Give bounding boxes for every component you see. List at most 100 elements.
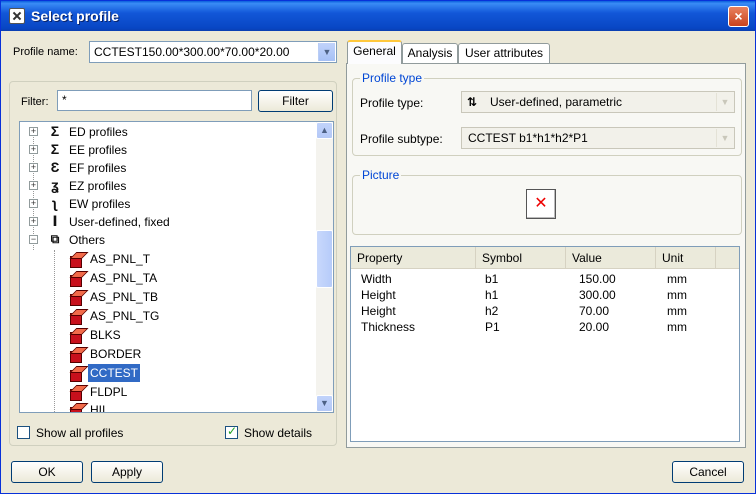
tree-leaf[interactable]: AS_PNL_T	[68, 250, 268, 268]
cancel-button[interactable]: Cancel	[672, 461, 744, 483]
profile-type-combo[interactable]: ⇅ User-defined, parametric ▼	[461, 91, 735, 113]
column-header-symbol[interactable]: Symbol	[476, 247, 566, 269]
ee-profile-icon: Σ	[50, 141, 60, 157]
profile-name-label: Profile name:	[13, 46, 78, 58]
tree-leaf[interactable]: BORDER	[68, 345, 268, 363]
ew-profile-icon: ʅ	[52, 195, 58, 211]
profile-tree[interactable]: + Σ ED profiles + Σ EE profiles + Ɛ EF p…	[19, 121, 334, 413]
filter-label: Filter:	[21, 96, 49, 108]
tree-leaf-label: AS_PNL_TB	[90, 290, 159, 304]
tree-leaf-selected[interactable]: CCTEST	[68, 364, 268, 382]
scroll-up-icon[interactable]: ▲	[316, 122, 333, 139]
cell-value: 150.00	[579, 272, 616, 286]
scroll-down-icon[interactable]: ▼	[316, 395, 333, 412]
i-beam-icon: Ⅰ	[52, 213, 58, 229]
chevron-down-icon[interactable]: ▼	[716, 129, 733, 147]
profile-subtype-combo[interactable]: CCTEST b1*h1*h2*P1 ▼	[461, 127, 735, 149]
chevron-down-icon[interactable]: ▼	[318, 43, 335, 61]
title-bar[interactable]: Select profile ×	[1, 1, 755, 31]
tree-connector	[54, 250, 55, 412]
show-details-label: Show details	[244, 426, 313, 440]
tree-leaf[interactable]: AS_PNL_TG	[68, 307, 268, 325]
tree-group-label: EE profiles	[69, 143, 128, 157]
profile-subtype-label: Profile subtype:	[360, 132, 443, 146]
show-all-profiles-checkbox[interactable]	[17, 426, 30, 439]
expand-icon[interactable]: +	[29, 127, 38, 136]
ef-profile-icon: Ɛ	[50, 159, 60, 175]
tree-leaf-label: AS_PNL_TG	[90, 309, 160, 323]
broken-image-icon: ✕	[534, 195, 548, 212]
profile-cube-icon	[68, 366, 82, 382]
cell-value: 20.00	[579, 320, 610, 334]
expand-icon[interactable]: +	[29, 199, 38, 208]
profile-cube-icon	[68, 347, 82, 363]
dialog-title: Select profile	[31, 8, 119, 24]
scroll-thumb[interactable]	[316, 230, 333, 288]
profile-picture: ✕	[526, 189, 556, 219]
chevron-down-icon[interactable]: ▼	[716, 93, 733, 111]
tree-group-ef[interactable]: + Ɛ EF profiles	[29, 159, 309, 177]
ez-profile-icon: ʓ	[51, 177, 59, 193]
collapse-icon[interactable]: −	[29, 235, 38, 244]
show-details-checkbox[interactable]	[225, 424, 238, 439]
cell-value: 70.00	[579, 304, 610, 318]
profile-type-value: User-defined, parametric	[490, 95, 623, 109]
column-header-unit[interactable]: Unit	[656, 247, 716, 269]
profile-cube-icon	[68, 252, 82, 268]
profile-name-combo[interactable]: CCTEST150.00*300.00*70.00*20.00 ▼	[89, 41, 337, 63]
cell-symbol: h2	[485, 304, 499, 318]
profile-cube-icon	[68, 290, 82, 306]
tree-group-label: Others	[69, 233, 106, 247]
filter-input-value: *	[62, 93, 67, 107]
profile-cube-icon	[68, 403, 82, 412]
close-button[interactable]: ×	[728, 6, 749, 27]
cell-property: Width	[361, 272, 392, 286]
tree-leaf[interactable]: BLKS	[68, 326, 268, 344]
tree-group-ed[interactable]: + Σ ED profiles	[29, 123, 309, 141]
expand-icon[interactable]: +	[29, 163, 38, 172]
cell-value: 300.00	[579, 288, 616, 302]
tree-group-ee[interactable]: + Σ EE profiles	[29, 141, 309, 159]
tree-group-label: EF profiles	[69, 161, 127, 175]
others-folder-icon: ⧉	[50, 232, 60, 246]
tree-scrollbar[interactable]: ▲ ▼	[316, 122, 333, 412]
tree-group-ew[interactable]: + ʅ EW profiles	[29, 195, 309, 213]
tree-leaf[interactable]: FLDPL	[68, 383, 268, 401]
tree-leaf-label: BLKS	[90, 328, 121, 342]
tree-group-ez[interactable]: + ʓ EZ profiles	[29, 177, 309, 195]
profile-cube-icon	[68, 385, 82, 401]
app-icon	[9, 8, 25, 24]
column-header-property[interactable]: Property	[351, 247, 476, 269]
expand-icon[interactable]: +	[29, 217, 38, 226]
properties-table[interactable]: Property Symbol Value Unit Width b1 150.…	[350, 246, 740, 442]
tree-leaf[interactable]: AS_PNL_TB	[68, 288, 268, 306]
apply-button[interactable]: Apply	[91, 461, 163, 483]
expand-icon[interactable]: +	[29, 145, 38, 154]
tab-user-attributes[interactable]: User attributes	[458, 43, 550, 63]
cell-symbol: b1	[485, 272, 499, 286]
filter-input[interactable]: *	[57, 90, 252, 111]
cell-symbol: P1	[485, 320, 500, 334]
picture-group-title: Picture	[360, 168, 402, 182]
ok-button[interactable]: OK	[11, 461, 83, 483]
tab-general[interactable]: General	[347, 40, 402, 64]
tree-leaf[interactable]: AS_PNL_TA	[68, 269, 268, 287]
close-icon: ×	[734, 8, 743, 24]
profile-type-group-title: Profile type	[360, 71, 425, 85]
tree-leaf-label: CCTEST	[88, 364, 140, 382]
profile-cube-icon	[68, 271, 82, 287]
cell-symbol: h1	[485, 288, 499, 302]
column-header-value[interactable]: Value	[566, 247, 656, 269]
tree-leaf[interactable]: HII	[68, 401, 268, 413]
tree-leaf-label: HII	[90, 403, 106, 413]
tree-group-user-defined-fixed[interactable]: + Ⅰ User-defined, fixed	[29, 213, 309, 231]
tab-analysis[interactable]: Analysis	[402, 43, 458, 63]
parametric-profile-icon: ⇅	[467, 95, 478, 109]
filter-button[interactable]: Filter	[258, 90, 333, 112]
tree-leaf-label: AS_PNL_T	[90, 252, 151, 266]
cell-property: Height	[361, 304, 396, 318]
profile-cube-icon	[68, 328, 82, 344]
expand-icon[interactable]: +	[29, 181, 38, 190]
tree-group-others[interactable]: − ⧉ Others	[29, 231, 309, 249]
tree-group-label: EZ profiles	[69, 179, 127, 193]
